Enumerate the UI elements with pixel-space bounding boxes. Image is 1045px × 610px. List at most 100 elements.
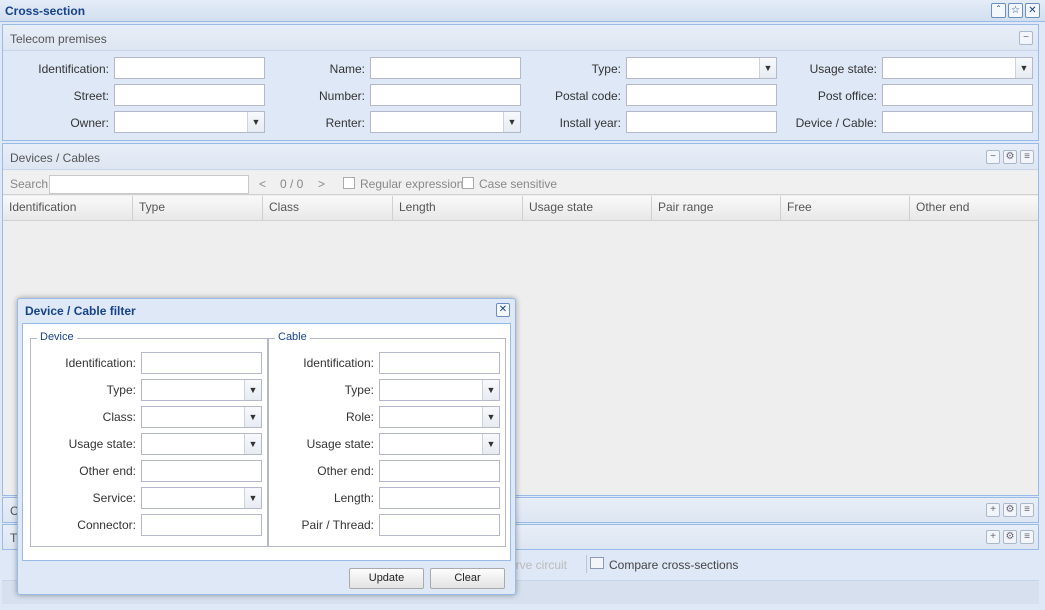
name-field[interactable] (370, 57, 521, 79)
number-field[interactable] (370, 84, 521, 106)
post-office-field[interactable] (882, 84, 1033, 106)
usage-state-label: Usage state: (809, 62, 877, 76)
type-combo[interactable]: ▼ (626, 57, 777, 79)
chevron-down-icon[interactable]: ▼ (759, 58, 776, 78)
chevron-down-icon[interactable]: ▼ (247, 112, 264, 132)
collapse-icon[interactable]: ˆ (991, 3, 1006, 18)
renter-combo[interactable]: ▼ (370, 111, 521, 133)
regex-label: Regular expression (360, 177, 464, 191)
collapse-panel-icon[interactable]: − (1019, 31, 1033, 45)
collapse-panel-icon[interactable]: − (986, 150, 1000, 164)
chevron-down-icon[interactable]: ▼ (482, 434, 499, 454)
device-class-combo[interactable]: ▼ (141, 406, 262, 428)
device-legend: Device (37, 331, 77, 343)
type-label: Type: (591, 62, 621, 76)
column-header[interactable]: Class (263, 196, 393, 220)
close-icon[interactable]: ✕ (1025, 3, 1040, 18)
plus-icon[interactable]: + (986, 530, 1000, 544)
cable-role-combo[interactable]: ▼ (379, 406, 500, 428)
pager-next-button[interactable]: > (318, 177, 325, 191)
device-connector-field[interactable] (141, 514, 262, 536)
regex-checkbox[interactable] (343, 177, 355, 189)
column-header[interactable]: Length (393, 196, 523, 220)
column-header[interactable]: Type (133, 196, 263, 220)
cable-usage-state-combo[interactable]: ▼ (379, 433, 500, 455)
chevron-down-icon[interactable]: ▼ (244, 434, 261, 454)
gear-icon[interactable]: ⚙ (1003, 503, 1017, 517)
devices-panel-title: Devices / Cables (10, 151, 101, 165)
device-connector-label: Connector: (77, 518, 136, 532)
device-identification-label: Identification: (65, 356, 136, 370)
device-usage-state-label: Usage state: (68, 437, 136, 451)
cable-other-end-field[interactable] (379, 460, 500, 482)
toolbar-separator (586, 555, 587, 573)
gear-icon[interactable]: ⚙ (1003, 150, 1017, 164)
compare-icon[interactable] (590, 557, 604, 569)
cable-role-label: Role: (345, 410, 374, 424)
identification-field[interactable] (114, 57, 265, 79)
window-title: Cross-section (5, 4, 86, 18)
gear-icon[interactable]: ⚙ (1003, 530, 1017, 544)
cable-type-label: Type: (344, 383, 374, 397)
cable-identification-field[interactable] (379, 352, 500, 374)
chevron-down-icon[interactable]: ▼ (482, 407, 499, 427)
column-header[interactable]: Other end (910, 196, 1038, 220)
cable-other-end-label: Other end: (317, 464, 374, 478)
device-service-label: Service: (92, 491, 136, 505)
device-identification-field[interactable] (141, 352, 262, 374)
device-usage-state-combo[interactable]: ▼ (141, 433, 262, 455)
device-other-end-field[interactable] (141, 460, 262, 482)
chevron-down-icon[interactable]: ▼ (244, 488, 261, 508)
column-header[interactable]: Free (781, 196, 910, 220)
search-input[interactable] (49, 175, 249, 194)
list-icon[interactable]: ≡ (1020, 150, 1034, 164)
device-service-combo[interactable]: ▼ (141, 487, 262, 509)
device-type-combo[interactable]: ▼ (141, 379, 262, 401)
window-title-bar: Cross-section ˆ ☆ ✕ (0, 0, 1045, 22)
device-fieldset: Device Identification: Type: ▼ Class: ▼ … (30, 331, 268, 547)
pin-icon[interactable]: ☆ (1008, 3, 1023, 18)
filter-dialog-body: Device Identification: Type: ▼ Class: ▼ … (22, 323, 511, 561)
cable-type-combo[interactable]: ▼ (379, 379, 500, 401)
cable-usage-state-label: Usage state: (306, 437, 374, 451)
column-header[interactable]: Usage state (523, 196, 652, 220)
chevron-down-icon[interactable]: ▼ (244, 380, 261, 400)
install-year-label: Install year: (559, 116, 621, 130)
name-label: Name: (329, 62, 365, 76)
cable-identification-label: Identification: (303, 356, 374, 370)
street-field[interactable] (114, 84, 265, 106)
owner-label: Owner: (70, 116, 109, 130)
premises-panel: Telecom premises − Identification: Name:… (2, 24, 1039, 141)
reserve-circuit-button[interactable]: erve circuit (509, 558, 567, 572)
premises-panel-title: Telecom premises (10, 32, 107, 46)
cable-pair-thread-field[interactable] (379, 514, 500, 536)
list-icon[interactable]: ≡ (1020, 503, 1034, 517)
postal-code-field[interactable] (626, 84, 777, 106)
compare-cross-sections-button[interactable]: Compare cross-sections (609, 558, 738, 572)
close-icon[interactable]: ✕ (496, 303, 510, 317)
install-year-field[interactable] (626, 111, 777, 133)
chevron-down-icon[interactable]: ▼ (503, 112, 520, 132)
usage-state-combo[interactable]: ▼ (882, 57, 1033, 79)
number-label: Number: (318, 89, 365, 103)
device-cable-label: Device / Cable: (795, 116, 877, 130)
chevron-down-icon[interactable]: ▼ (1015, 58, 1032, 78)
owner-combo[interactable]: ▼ (114, 111, 265, 133)
case-sensitive-checkbox[interactable] (462, 177, 474, 189)
device-cable-field[interactable] (882, 111, 1033, 133)
column-header[interactable]: Identification (3, 196, 133, 220)
cable-length-field[interactable] (379, 487, 500, 509)
search-label: Search (10, 177, 49, 191)
clear-button[interactable]: Clear (430, 568, 505, 589)
update-button[interactable]: Update (349, 568, 424, 589)
list-icon[interactable]: ≡ (1020, 530, 1034, 544)
chevron-down-icon[interactable]: ▼ (244, 407, 261, 427)
chevron-down-icon[interactable]: ▼ (482, 380, 499, 400)
premises-panel-header: Telecom premises − (3, 25, 1038, 51)
device-type-label: Type: (106, 383, 136, 397)
column-header[interactable]: Pair range (652, 196, 781, 220)
plus-icon[interactable]: + (986, 503, 1000, 517)
pager-prev-button[interactable]: < (259, 177, 266, 191)
pager-text: 0 / 0 (280, 177, 304, 191)
cable-pair-thread-label: Pair / Thread: (301, 518, 374, 532)
